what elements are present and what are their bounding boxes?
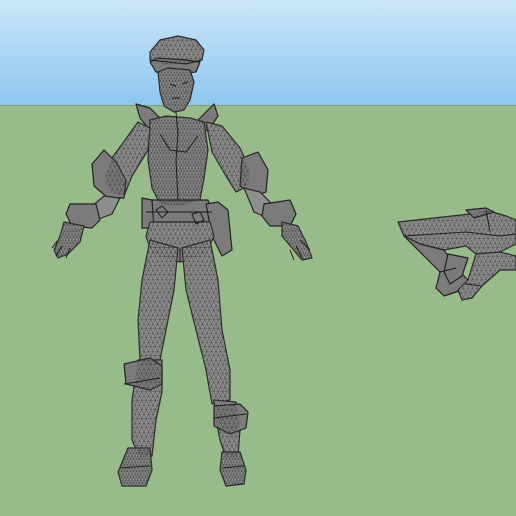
3d-viewport[interactable] (0, 0, 516, 516)
scene-canvas (51, 35, 516, 487)
crossbow-model[interactable] (397, 207, 516, 301)
character-model[interactable] (51, 35, 313, 487)
